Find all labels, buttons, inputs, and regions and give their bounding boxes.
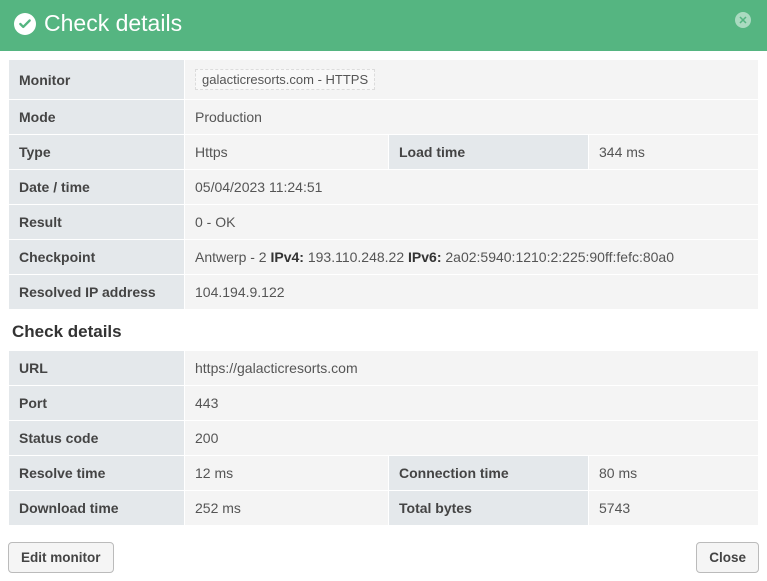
ipv6-value: 2a02:5940:1210:2:225:90ff:fefc:80a0 [441,249,674,265]
value-result: 0 - OK [185,205,759,240]
label-resolved: Resolved IP address [9,275,185,310]
value-totalbytes: 5743 [589,491,759,526]
label-datetime: Date / time [9,170,185,205]
value-resolvetime: 12 ms [185,456,389,491]
label-mode: Mode [9,100,185,135]
label-type: Type [9,135,185,170]
label-monitor: Monitor [9,60,185,100]
monitor-tag[interactable]: galacticresorts.com - HTTPS [195,69,375,90]
close-button[interactable]: Close [696,542,759,573]
dialog-title: Check details [44,10,182,37]
value-loadtime: 344 ms [589,135,759,170]
dialog-body: Monitor galacticresorts.com - HTTPS Mode… [0,51,767,534]
label-loadtime: Load time [389,135,589,170]
label-dltime: Download time [9,491,185,526]
value-mode: Production [185,100,759,135]
section-title-check-details: Check details [8,310,759,350]
ipv6-label: IPv6: [408,249,441,265]
edit-monitor-button[interactable]: Edit monitor [8,542,114,573]
ipv4-value: 193.110.248.22 [304,249,408,265]
value-dltime: 252 ms [185,491,389,526]
value-datetime: 05/04/2023 11:24:51 [185,170,759,205]
value-url: https://galacticresorts.com [185,351,759,386]
label-result: Result [9,205,185,240]
label-totalbytes: Total bytes [389,491,589,526]
details-table-1: Monitor galacticresorts.com - HTTPS Mode… [8,59,759,310]
label-port: Port [9,386,185,421]
label-checkpoint: Checkpoint [9,240,185,275]
details-table-2: URL https://galacticresorts.com Port 443… [8,350,759,526]
label-url: URL [9,351,185,386]
value-conntime: 80 ms [589,456,759,491]
value-port: 443 [185,386,759,421]
close-icon[interactable]: ✕ [735,12,751,28]
check-icon [14,13,36,35]
ipv4-label: IPv4: [270,249,303,265]
dialog-footer: Edit monitor Close [0,534,767,581]
value-type: Https [185,135,389,170]
checkpoint-prefix: Antwerp - 2 [195,249,270,265]
value-monitor-cell: galacticresorts.com - HTTPS [185,60,759,100]
value-resolved: 104.194.9.122 [185,275,759,310]
label-status: Status code [9,421,185,456]
value-checkpoint: Antwerp - 2 IPv4: 193.110.248.22 IPv6: 2… [185,240,759,275]
label-conntime: Connection time [389,456,589,491]
label-resolvetime: Resolve time [9,456,185,491]
dialog-header: Check details ✕ [0,0,767,51]
value-status: 200 [185,421,759,456]
